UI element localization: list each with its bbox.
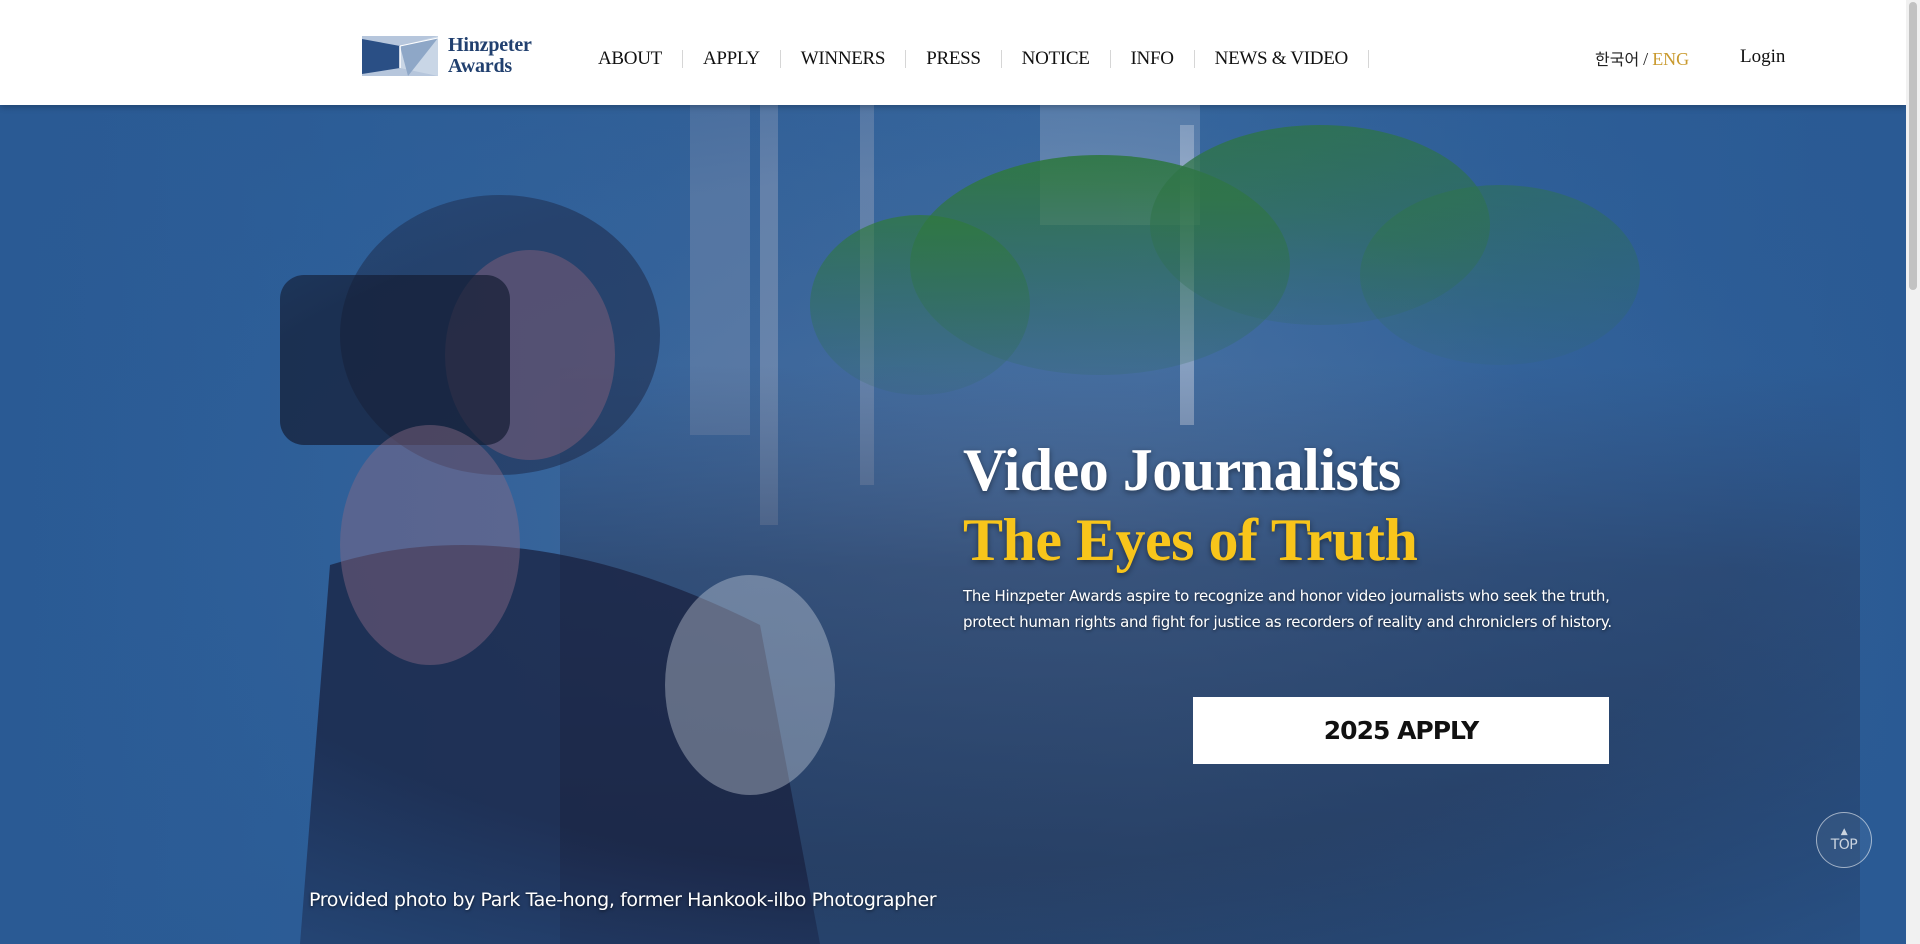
- arrow-up-icon: ▲: [1840, 826, 1848, 837]
- nav-label: PRESS: [926, 48, 981, 69]
- nav-divider: [1109, 50, 1111, 68]
- hero-description: The Hinzpeter Awards aspire to recognize…: [963, 583, 1613, 635]
- site-logo[interactable]: Hinzpeter Awards: [362, 34, 542, 78]
- scrollbar-thumb[interactable]: [1909, 2, 1917, 290]
- nav-label: WINNERS: [800, 48, 886, 69]
- language-switcher: 한국어 / ENG: [1595, 46, 1689, 70]
- page-scrollbar[interactable]: [1906, 0, 1920, 944]
- top-button-label: TOP: [1830, 836, 1858, 853]
- hero-content: Video Journalists The Eyes of Truth The …: [963, 435, 1683, 635]
- nav-label: APPLY: [702, 48, 760, 69]
- apply-button[interactable]: 2025 APPLY: [1193, 697, 1609, 764]
- lang-option-korean[interactable]: 한국어: [1595, 50, 1639, 69]
- hero-banner: Video Journalists The Eyes of Truth The …: [0, 105, 1906, 944]
- nav-label: NEWS & VIDEO: [1214, 48, 1349, 69]
- hinzpeter-awards-logo-icon: [362, 36, 438, 76]
- nav-item-notice[interactable]: NOTICE: [1022, 48, 1131, 70]
- scroll-to-top-button[interactable]: ▲ TOP: [1816, 812, 1872, 868]
- hero-description-line: protect human rights and fight for justi…: [963, 613, 1612, 631]
- lang-separator: /: [1643, 49, 1649, 69]
- nav-label: ABOUT: [598, 48, 662, 69]
- lang-option-english[interactable]: ENG: [1652, 49, 1689, 69]
- photo-credit: Provided photo by Park Tae-hong, former …: [309, 889, 937, 911]
- nav-divider: [1000, 50, 1002, 68]
- nav-label: INFO: [1130, 48, 1174, 69]
- hero-description-line: The Hinzpeter Awards aspire to recognize…: [963, 587, 1610, 605]
- nav-divider: [1367, 50, 1369, 68]
- nav-divider: [1193, 50, 1195, 68]
- nav-item-news-video[interactable]: NEWS & VIDEO: [1215, 48, 1389, 70]
- nav-item-winners[interactable]: WINNERS: [801, 48, 926, 70]
- nav-label: NOTICE: [1021, 48, 1090, 69]
- logo-line1: Hinzpeter: [448, 34, 532, 56]
- nav-item-info[interactable]: INFO: [1131, 48, 1215, 70]
- logo-line2: Awards: [448, 55, 512, 77]
- hero-title: Video Journalists: [963, 437, 1401, 503]
- nav-item-press[interactable]: PRESS: [926, 48, 1021, 70]
- main-nav: ABOUT APPLY WINNERS PRESS NOTICE INFO NE…: [598, 46, 1389, 72]
- hero-subtitle: The Eyes of Truth: [963, 507, 1418, 573]
- nav-divider: [905, 50, 907, 68]
- nav-divider: [779, 50, 781, 68]
- nav-item-about[interactable]: ABOUT: [598, 48, 703, 70]
- nav-item-apply[interactable]: APPLY: [703, 48, 801, 70]
- login-link[interactable]: Login: [1740, 46, 1785, 68]
- site-header: Hinzpeter Awards ABOUT APPLY WINNERS PRE…: [0, 0, 1906, 105]
- logo-wordmark: Hinzpeter Awards: [448, 35, 532, 77]
- nav-divider: [681, 50, 683, 68]
